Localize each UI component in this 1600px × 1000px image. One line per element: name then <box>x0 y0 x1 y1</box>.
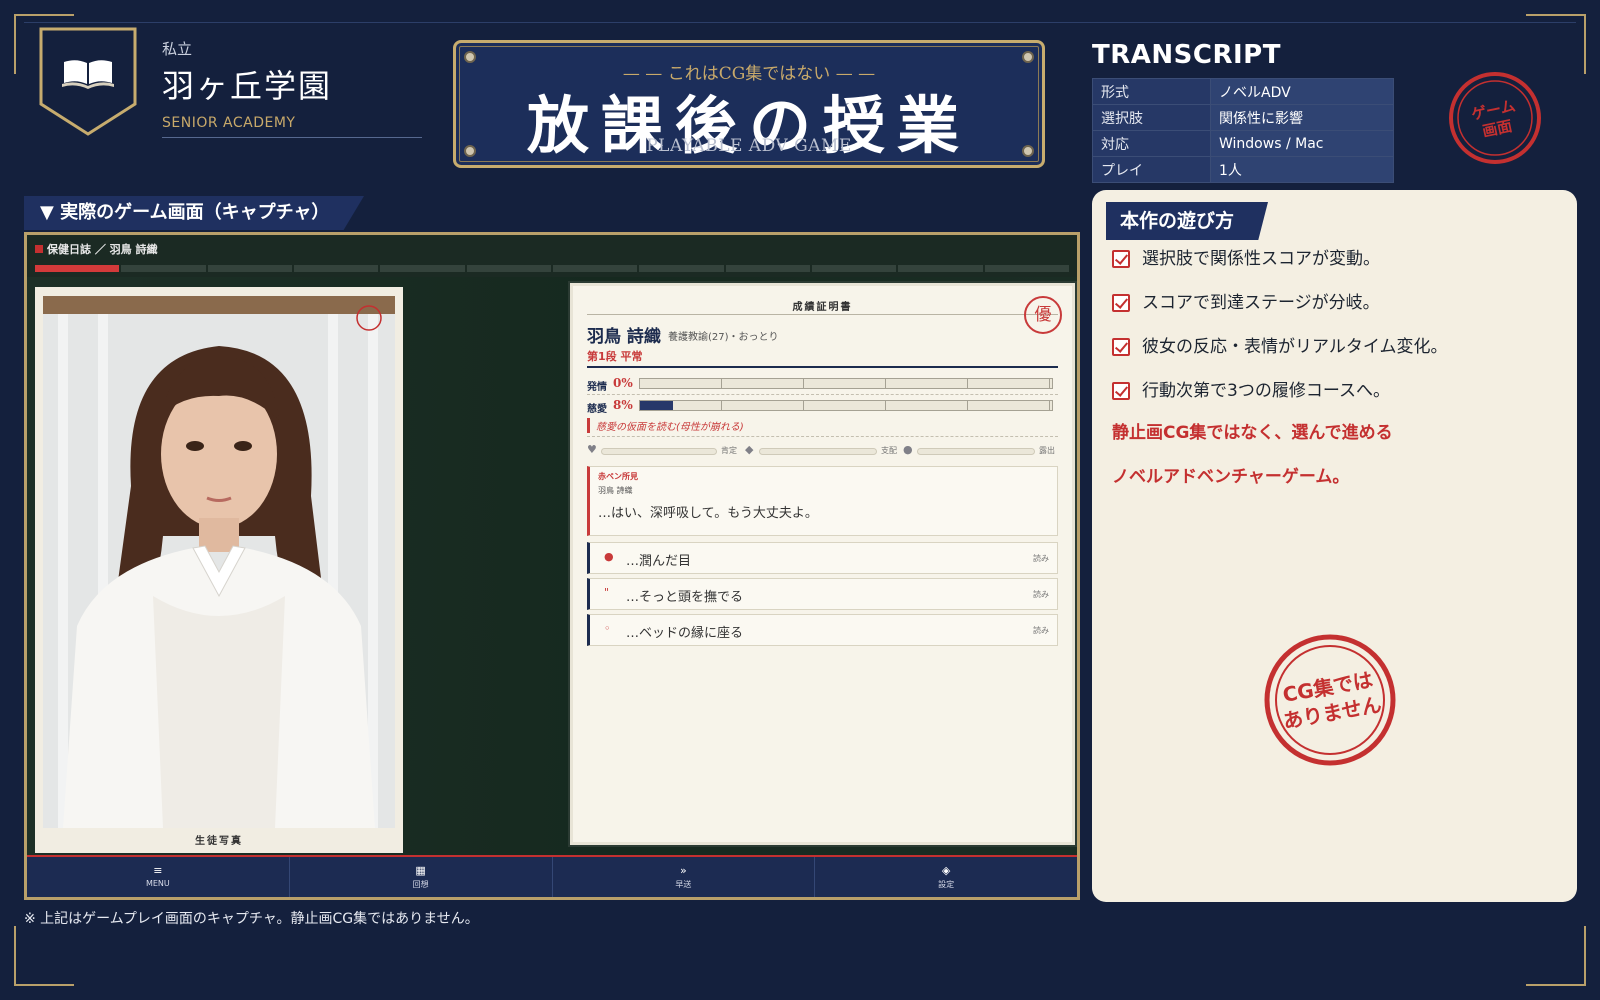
dialogue-tag: 赤ペン所見 <box>598 472 638 481</box>
game-nav-bar: ≡ MENU ▦ 回想 » 早送 ◈ 設定 <box>27 855 1077 897</box>
transcript-key: 対応 <box>1092 130 1211 157</box>
progress-segment <box>294 265 381 272</box>
checkbox-checked-icon <box>1112 250 1130 268</box>
character-role: 養護教諭(27)・おっとり <box>668 332 779 343</box>
game-capture: 保健日誌 ／ 羽鳥 詩織 生徒写真 成績証明書 優 羽鳥 詩織 養護教諭(27)… <box>24 232 1080 900</box>
progress-segment <box>208 265 294 272</box>
choice-option-3[interactable]: ◦ …ベッドの縁に座る 読み <box>587 614 1058 646</box>
gallery-icon: ▦ <box>415 864 426 877</box>
checklist-item: 行動次第で3つの履修コースへ。 <box>1112 380 1448 424</box>
game-screen-stamp-icon: ゲーム 画面 <box>1449 72 1541 164</box>
progress-segment <box>726 265 812 272</box>
dialogue-speaker: 羽鳥 詩織 <box>598 486 633 495</box>
photo-caption: 生徒写真 <box>195 836 243 847</box>
feature-checklist: 選択肢で関係性スコアが変動。 スコアで到達ステージが分岐。 彼女の反応・表情がリ… <box>1112 248 1448 424</box>
progress-segment <box>553 265 640 272</box>
school-english: SENIOR ACADEMY <box>162 115 422 138</box>
menu-icon: ≡ <box>153 864 163 877</box>
portrait-illustration <box>43 296 395 828</box>
transcript-heading: TRANSCRIPT <box>1092 40 1281 70</box>
transcript-key: プレイ <box>1092 156 1211 183</box>
transcript-key: 形式 <box>1092 78 1211 105</box>
transcript-row: 形式 ノベルADV <box>1092 78 1394 105</box>
frame-top-line <box>24 22 1576 23</box>
transcript-row: プレイ 1人 <box>1092 156 1394 183</box>
meter-affection: 慈愛 8% <box>587 398 1053 415</box>
route-note: 慈愛の仮面を読む(母性が崩れる) <box>587 418 744 433</box>
heart-icon: ♥ <box>587 443 597 456</box>
settings-icon: ◈ <box>941 864 951 877</box>
progress-track <box>35 265 1071 272</box>
title-plate: — — これはCG集ではない — — 放課後の授業 PLAYABLE ADV G… <box>453 40 1045 168</box>
emphasis-line-2: ノベルアドベンチャーゲーム。 <box>1112 467 1350 487</box>
checkbox-checked-icon <box>1112 294 1130 312</box>
menu-button[interactable]: ≡ MENU <box>27 857 290 897</box>
how-to-play-panel: 本作の遊び方 選択肢で関係性スコアが変動。 スコアで到達ステージが分岐。 彼女の… <box>1092 190 1577 902</box>
transcript-value: Windows / Mac <box>1210 130 1394 157</box>
transcript-table: 形式 ノベルADV 選択肢 関係性に影響 対応 Windows / Mac プレイ 1人 <box>1092 78 1394 183</box>
emphasis-line-1: 静止画CG集ではなく、選んで進める <box>1112 423 1393 443</box>
choice-option-1[interactable]: ● …潤んだ目 読み <box>587 542 1058 574</box>
character-name: 羽鳥 詩織 <box>587 327 661 347</box>
transcript-value: 1人 <box>1210 156 1394 183</box>
checkbox-checked-icon <box>1112 338 1130 356</box>
section-header: ▼ 実際のゲーム画面（キャプチャ） <box>24 196 364 230</box>
slider-affirm[interactable]: ♥ 肯定 <box>587 443 739 458</box>
transcript-value: 関係性に影響 <box>1210 104 1394 131</box>
report-card: 成績証明書 優 羽鳥 詩織 養護教諭(27)・おっとり 第1段 平常 発情 0%… <box>570 283 1075 845</box>
meter-arousal: 発情 0% <box>587 376 1053 393</box>
progress-segment <box>639 265 726 272</box>
checklist-item: 選択肢で関係性スコアが変動。 <box>1112 248 1448 292</box>
capture-footnote: ※ 上記はゲームプレイ画面のキャプチャ。静止画CG集ではありません。 <box>24 911 479 927</box>
progress-segment <box>467 265 553 272</box>
how-to-play-heading: 本作の遊び方 <box>1106 202 1268 240</box>
school-name-block: 私立 羽ヶ丘学園 SENIOR ACADEMY <box>162 38 422 138</box>
title-english: PLAYABLE ADV GAME <box>646 136 852 156</box>
fast-forward-icon: » <box>680 864 687 877</box>
student-photo <box>43 296 395 828</box>
slider-dominate[interactable]: ◆ 支配 <box>745 443 897 458</box>
checklist-item: 彼女の反応・表情がリアルタイム変化。 <box>1112 336 1448 380</box>
not-cg-collection-stamp-icon: CG集では ありません <box>1264 634 1396 766</box>
transcript-row: 対応 Windows / Mac <box>1092 130 1394 157</box>
grade-seal-icon: 優 <box>1024 296 1062 334</box>
transcript-key: 選択肢 <box>1092 104 1211 131</box>
checklist-item: スコアで到達ステージが分岐。 <box>1112 292 1448 336</box>
circle-icon: ● <box>903 443 913 456</box>
slider-expose[interactable]: ● 露出 <box>903 443 1067 458</box>
school-emblem-book-icon <box>39 27 137 136</box>
settings-button[interactable]: ◈ 設定 <box>815 857 1077 897</box>
student-photo-card: 生徒写真 <box>35 287 403 853</box>
progress-segment <box>898 265 985 272</box>
game-top-bar: 保健日誌 ／ 羽鳥 詩織 <box>27 235 1077 277</box>
attribute-sliders: ♥ 肯定 ◆ 支配 ● 露出 <box>587 443 1062 458</box>
report-title: 成績証明書 <box>792 302 853 313</box>
progress-segment <box>380 265 467 272</box>
recollection-button[interactable]: ▦ 回想 <box>290 857 553 897</box>
diamond-icon: ◆ <box>745 443 754 456</box>
checkbox-checked-icon <box>1112 382 1130 400</box>
progress-segment <box>985 265 1071 272</box>
dialogue-text: …はい、深呼吸して。もう大丈夫よ。 <box>598 506 818 521</box>
game-breadcrumb: 保健日誌 ／ 羽鳥 詩織 <box>35 241 158 257</box>
choice-option-2[interactable]: " …そっと頭を撫でる 読み <box>587 578 1058 610</box>
frame-corner-bottom-left <box>14 926 74 986</box>
transcript-row: 選択肢 関係性に影響 <box>1092 104 1394 131</box>
emphasis-text: 静止画CG集ではなく、選んで進める ノベルアドベンチャーゲーム。 <box>1112 422 1393 510</box>
school-name: 羽ヶ丘学園 <box>162 67 333 105</box>
stage-label: 第1段 平常 <box>587 350 643 363</box>
frame-corner-top-right <box>1526 14 1586 74</box>
dialogue-box[interactable]: 赤ペン所見 羽鳥 詩織 …はい、深呼吸して。もう大丈夫よ。 <box>587 466 1058 536</box>
progress-segment <box>35 265 122 272</box>
school-prefix: 私立 <box>162 40 193 58</box>
frame-corner-bottom-right <box>1526 926 1586 986</box>
fast-forward-button[interactable]: » 早送 <box>553 857 816 897</box>
progress-segment <box>812 265 899 272</box>
progress-segment <box>121 265 208 272</box>
transcript-value: ノベルADV <box>1210 78 1394 105</box>
